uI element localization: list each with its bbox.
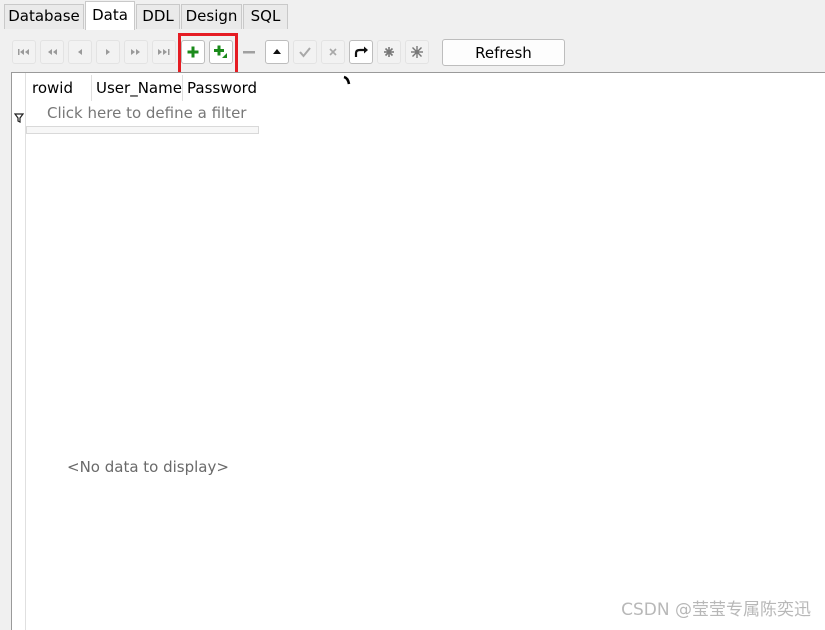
first-record-button[interactable]	[12, 40, 36, 64]
post-edit-icon	[299, 47, 311, 58]
last-record-icon	[158, 49, 170, 55]
post-edit-button[interactable]	[293, 40, 317, 64]
previous-page-button[interactable]	[40, 40, 64, 64]
empty-grid-message: <No data to display>	[67, 458, 229, 476]
data-grid[interactable]: rowid User_Name Password Click here to d…	[11, 72, 825, 630]
column-header-password[interactable]: Password	[183, 75, 263, 101]
column-header-user-name[interactable]: User_Name	[92, 75, 183, 101]
filter-row[interactable]: Click here to define a filter	[26, 101, 259, 125]
refresh-record-button[interactable]	[349, 40, 373, 64]
first-record-icon	[18, 49, 29, 55]
append-record-button[interactable]	[209, 40, 233, 64]
watermark-text: CSDN @莹莹专属陈奕迅	[621, 600, 811, 620]
next-record-icon	[106, 49, 110, 55]
tab-sql[interactable]: SQL	[243, 4, 288, 29]
delete-record-button[interactable]	[237, 40, 261, 64]
cancel-edit-button[interactable]	[321, 40, 345, 64]
row-indicator-column	[12, 73, 26, 630]
set-default-button[interactable]	[405, 40, 429, 64]
next-record-button[interactable]	[96, 40, 120, 64]
tab-database[interactable]: Database	[4, 4, 84, 29]
tab-bar: Database Data DDL Design SQL	[0, 0, 825, 30]
insert-record-button[interactable]	[181, 40, 205, 64]
next-page-button[interactable]	[124, 40, 148, 64]
filter-divider	[26, 126, 259, 134]
data-toolbar	[0, 30, 825, 72]
set-default-icon	[411, 46, 423, 58]
tab-ddl[interactable]: DDL	[136, 4, 180, 29]
cancel-edit-icon	[329, 48, 337, 56]
busy-cursor-icon	[343, 75, 351, 85]
insert-record-icon	[187, 46, 199, 58]
delete-record-icon	[243, 51, 255, 54]
next-page-icon	[131, 49, 140, 55]
last-record-button[interactable]	[152, 40, 176, 64]
edit-record-icon	[273, 49, 281, 54]
refresh-record-icon	[354, 46, 368, 57]
previous-record-icon	[78, 49, 82, 55]
previous-record-button[interactable]	[68, 40, 92, 64]
tab-design[interactable]: Design	[181, 4, 242, 29]
set-null-button[interactable]	[377, 40, 401, 64]
filter-icon	[14, 113, 24, 123]
column-header-rowid[interactable]: rowid	[28, 75, 92, 101]
edit-record-button[interactable]	[265, 40, 289, 64]
tab-data[interactable]: Data	[85, 1, 135, 30]
append-record-icon	[214, 45, 227, 58]
previous-page-icon	[48, 49, 57, 55]
refresh-button[interactable]: Refresh	[442, 39, 565, 66]
set-null-icon	[384, 47, 394, 57]
